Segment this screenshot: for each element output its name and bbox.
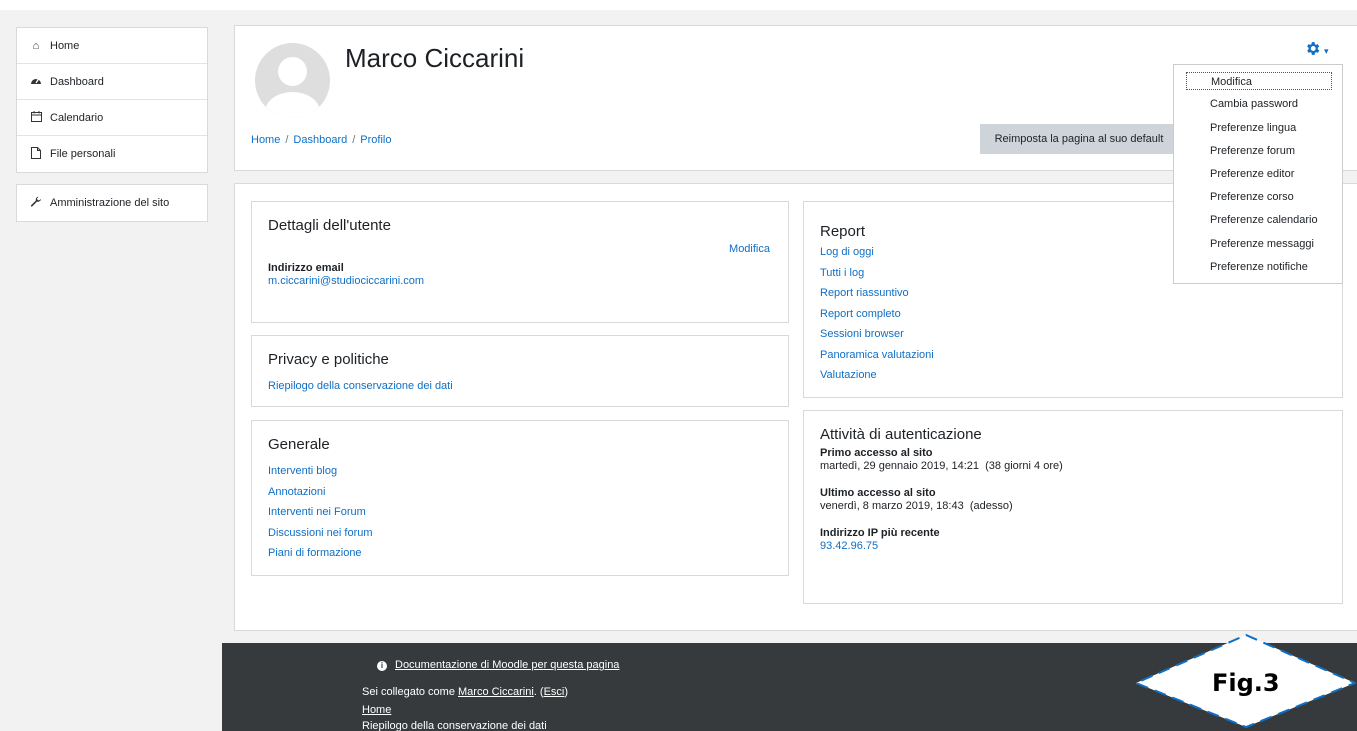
forum-posts-link[interactable]: Interventi nei Forum (268, 502, 772, 523)
breadcrumb-profilo[interactable]: Profilo (360, 134, 391, 146)
calendar-icon (29, 110, 43, 125)
complete-report-link[interactable]: Report completo (820, 304, 1326, 325)
section-title: Dettagli dell'utente (268, 217, 391, 234)
menu-item-preferenze-messaggi[interactable]: Preferenze messaggi (1186, 235, 1332, 253)
menu-item-cambia-password[interactable]: Cambia password (1186, 95, 1332, 113)
top-strip (0, 0, 1357, 10)
sidebar-nav: ⌂ Home Dashboard Calendario File persona… (16, 27, 208, 173)
learning-plans-link[interactable]: Piani di formazione (268, 543, 772, 564)
breadcrumb-home[interactable]: Home (251, 134, 280, 146)
last-ip-label: Indirizzo IP più recente (820, 527, 940, 539)
home-icon: ⌂ (32, 39, 40, 52)
sidebar-item-label: Calendario (50, 111, 104, 124)
sidebar-item-file-personali[interactable]: File personali (17, 136, 207, 172)
email-label: Indirizzo email (268, 262, 344, 274)
login-info-prefix: Sei collegato come (362, 686, 458, 698)
sidebar-item-calendario[interactable]: Calendario (17, 100, 207, 136)
general-section: Generale Interventi blog Annotazioni Int… (251, 420, 789, 576)
settings-dropdown-menu: Modifica Cambia password Preferenze ling… (1173, 64, 1343, 284)
outline-report-link[interactable]: Report riassuntivo (820, 283, 1326, 304)
blog-posts-link[interactable]: Interventi blog (268, 461, 772, 482)
gear-icon (1304, 40, 1321, 62)
last-access-value: venerdì, 8 marzo 2019, 18:43 (adesso) (820, 500, 1013, 512)
menu-item-preferenze-editor[interactable]: Preferenze editor (1186, 165, 1332, 183)
chevron-down-icon: ▾ (1324, 45, 1329, 56)
email-link[interactable]: m.ciccarini@studiociccarini.com (268, 275, 424, 287)
login-info-separator: . ( (533, 686, 544, 698)
settings-menu-toggle[interactable]: ▾ (1304, 40, 1329, 62)
breadcrumb-separator: / (285, 134, 289, 146)
page-title: Marco Ciccarini (345, 43, 525, 73)
section-title: Privacy e politiche (268, 351, 389, 368)
edit-profile-link[interactable]: Modifica (729, 243, 770, 255)
notes-link[interactable]: Annotazioni (268, 482, 772, 503)
first-access-value: martedì, 29 gennaio 2019, 14:21 (38 gior… (820, 460, 1063, 472)
login-info: Sei collegato come Marco Ciccarini. (Esc… (362, 686, 568, 698)
avatar-head-shape (278, 57, 307, 86)
section-title: Attività di autenticazione (820, 426, 982, 443)
login-info-suffix: ) (564, 686, 569, 698)
data-retention-link[interactable]: Riepilogo della conservazione dei dati (268, 376, 772, 397)
sidebar-item-label: Dashboard (50, 75, 104, 88)
last-access-label: Ultimo accesso al sito (820, 487, 936, 499)
moodle-docs-link[interactable]: Documentazione di Moodle per questa pagi… (395, 659, 619, 671)
user-details-section: Dettagli dell'utente Modifica Indirizzo … (251, 201, 789, 323)
footer-home-link[interactable]: Home (362, 704, 391, 716)
grade-link[interactable]: Valutazione (820, 365, 1326, 386)
forum-discussions-link[interactable]: Discussioni nei forum (268, 523, 772, 544)
logout-link[interactable]: Esci (544, 686, 565, 698)
menu-item-preferenze-calendario[interactable]: Preferenze calendario (1186, 211, 1332, 229)
file-icon (29, 146, 43, 162)
menu-item-modifica[interactable]: Modifica (1186, 72, 1332, 90)
login-activity-section: Attività di autenticazione Primo accesso… (803, 410, 1343, 604)
breadcrumb-dashboard[interactable]: Dashboard (293, 134, 347, 146)
last-ip-link[interactable]: 93.42.96.75 (820, 540, 878, 552)
browser-sessions-link[interactable]: Sessioni browser (820, 324, 1326, 345)
sidebar-admin-block: Amministrazione del sito (16, 184, 208, 222)
sidebar-item-dashboard[interactable]: Dashboard (17, 64, 207, 100)
wrench-icon (29, 196, 43, 211)
reset-page-button[interactable]: Reimposta la pagina al suo default (980, 124, 1178, 154)
sidebar-item-home[interactable]: ⌂ Home (17, 28, 207, 64)
sidebar-item-label: Amministrazione del sito (50, 197, 170, 209)
avatar[interactable] (255, 43, 330, 118)
menu-item-preferenze-corso[interactable]: Preferenze corso (1186, 188, 1332, 206)
breadcrumb: Home / Dashboard / Profilo (251, 134, 391, 146)
footer-data-retention-link[interactable]: Riepilogo della conservazione dei dati (362, 720, 547, 731)
breadcrumb-separator: / (352, 134, 356, 146)
grades-overview-link[interactable]: Panoramica valutazioni (820, 345, 1326, 366)
menu-item-preferenze-forum[interactable]: Preferenze forum (1186, 142, 1332, 160)
avatar-body-shape (265, 92, 320, 118)
section-title: Generale (268, 436, 330, 453)
dashboard-icon (29, 75, 43, 88)
menu-item-preferenze-lingua[interactable]: Preferenze lingua (1186, 119, 1332, 137)
sidebar-item-label: File personali (50, 148, 116, 160)
privacy-section: Privacy e politiche Riepilogo della cons… (251, 335, 789, 407)
footer-user-link[interactable]: Marco Ciccarini (458, 686, 534, 698)
sidebar-item-amministrazione[interactable]: Amministrazione del sito (17, 185, 207, 221)
info-icon: i (377, 661, 387, 671)
menu-item-preferenze-notifiche[interactable]: Preferenze notifiche (1186, 258, 1332, 276)
figure-label-text: Fig.3 (1212, 669, 1280, 697)
sidebar-item-label: Home (50, 39, 80, 52)
first-access-label: Primo accesso al sito (820, 447, 933, 459)
figure-label-badge: Fig.3 (1134, 633, 1356, 729)
